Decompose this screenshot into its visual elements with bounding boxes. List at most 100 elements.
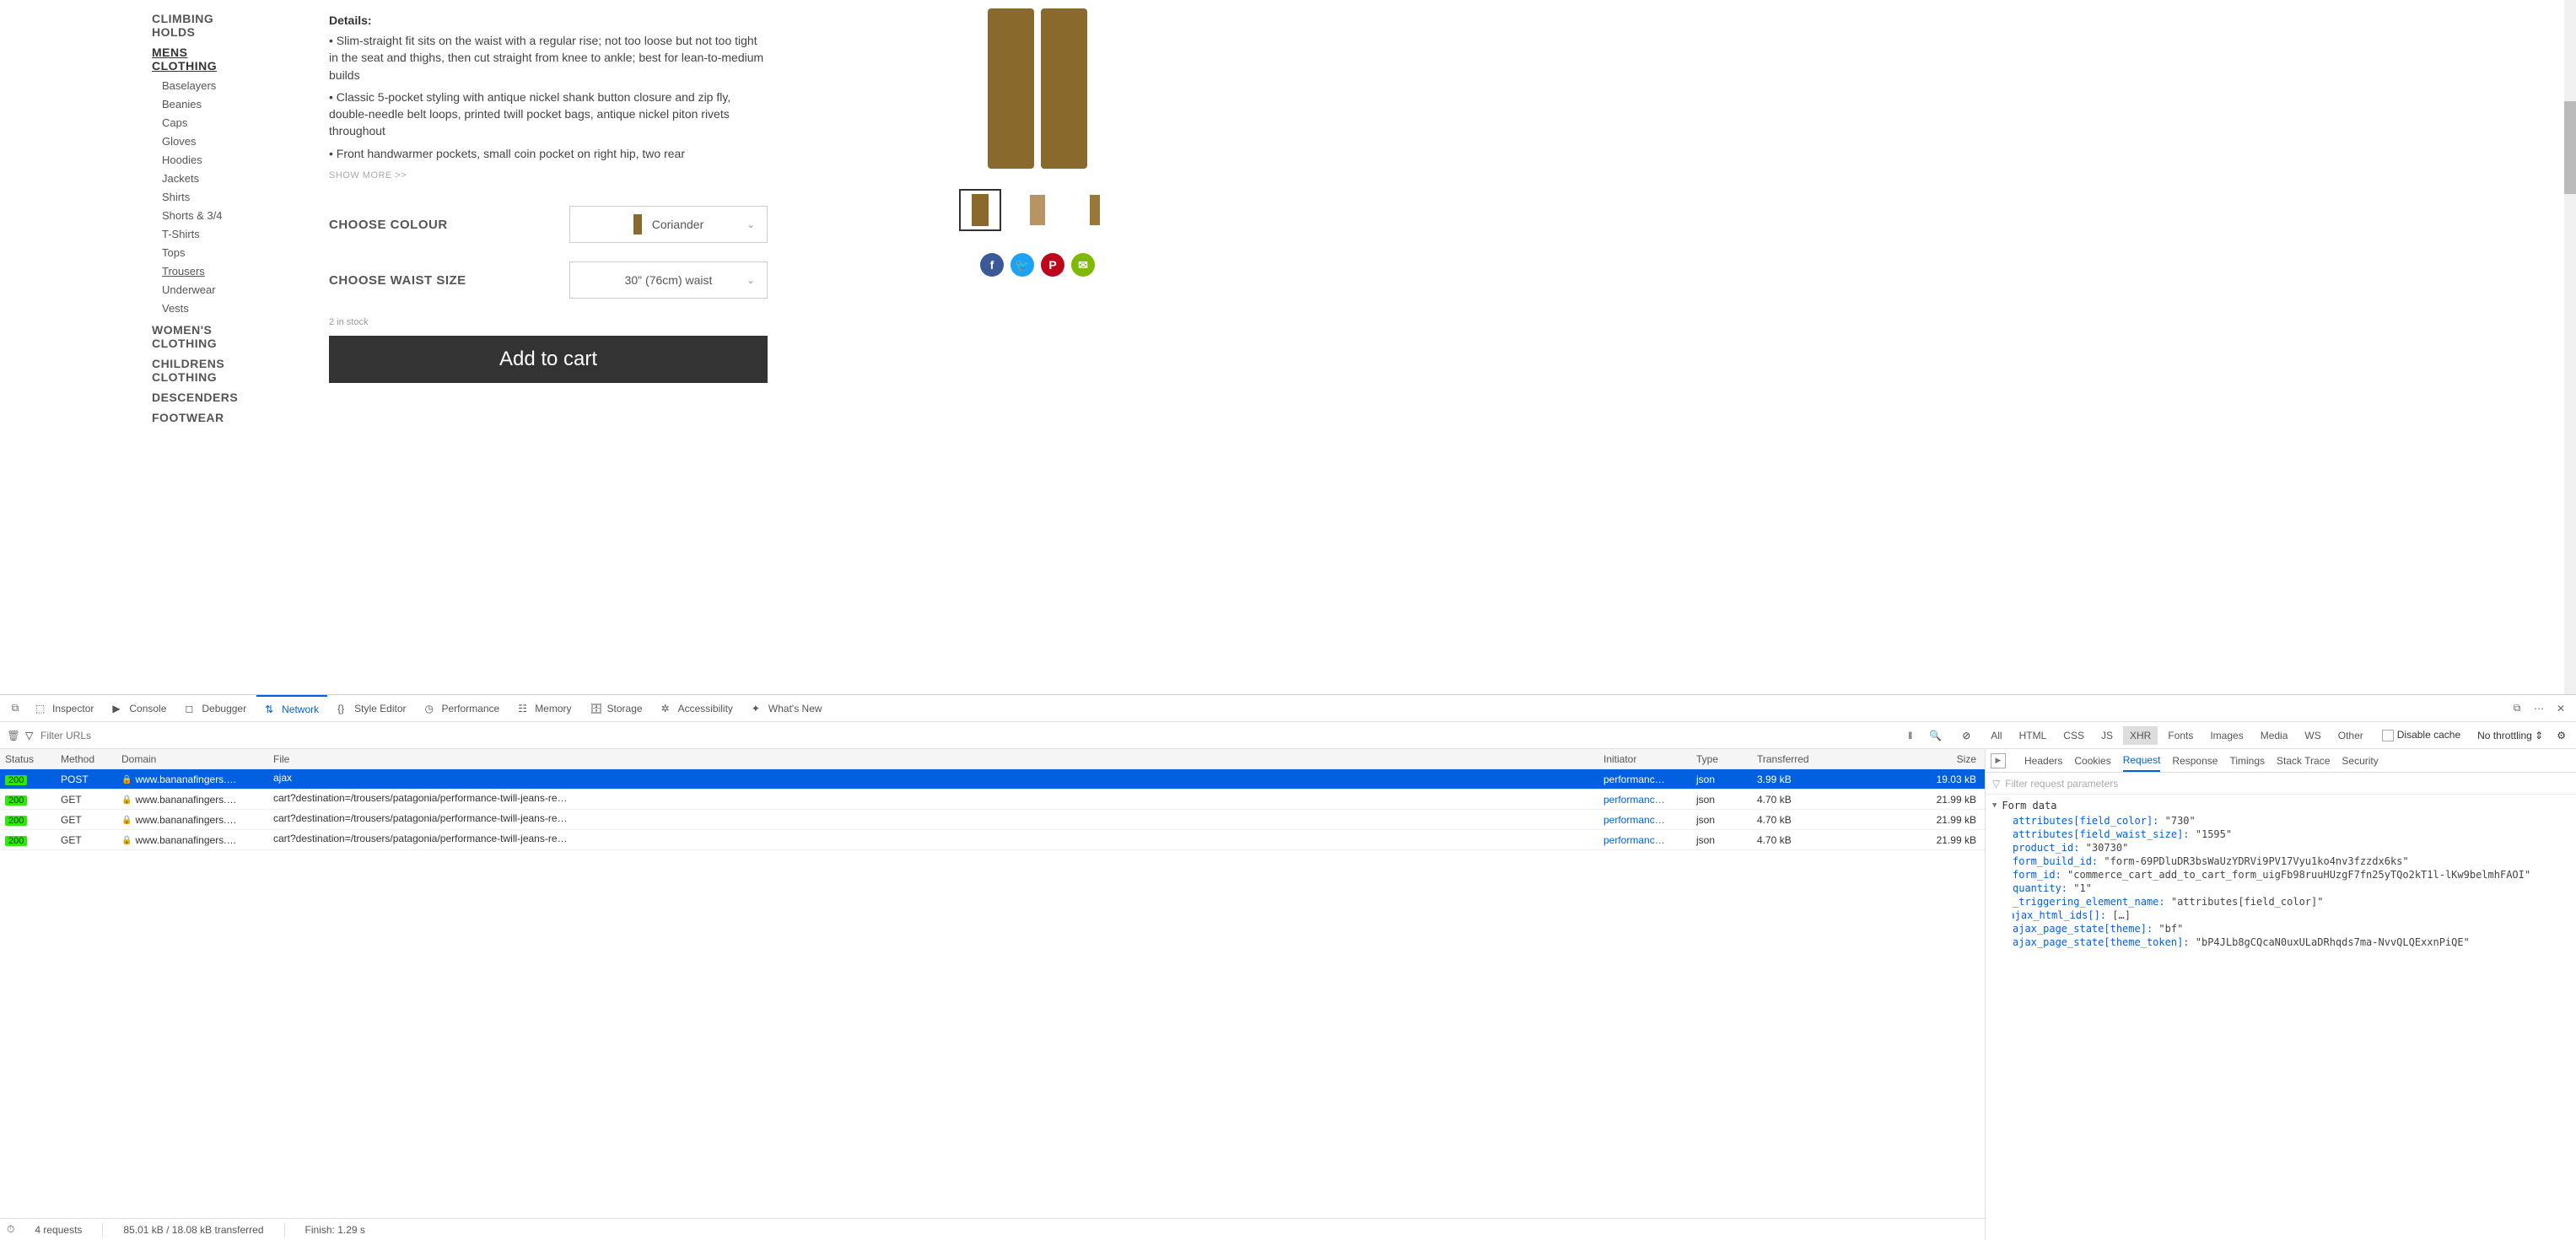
filter-fonts[interactable]: Fonts: [2161, 726, 2200, 745]
product-thumb-3[interactable]: [1074, 189, 1116, 231]
subcat-caps[interactable]: Caps: [162, 116, 253, 129]
add-to-cart-button[interactable]: Add to cart: [329, 336, 768, 383]
form-data-section[interactable]: Form data: [2002, 800, 2056, 811]
filter-icon: ▽: [25, 730, 37, 741]
product-thumb-1[interactable]: [959, 189, 1001, 231]
tab-style-editor[interactable]: {}Style Editor: [329, 695, 414, 721]
colour-label: CHOOSE COLOUR: [329, 218, 448, 232]
category-mens-clothing[interactable]: MENS CLOTHING: [152, 46, 253, 73]
filter-icon: ▽: [1992, 778, 2000, 790]
tab-whats-new[interactable]: ✦What's New: [743, 695, 831, 721]
col-file[interactable]: File: [273, 753, 1603, 765]
request-details-pane: ▶ Headers Cookies Request Response Timin…: [1986, 749, 2576, 1240]
status-transferred: 85.01 kB / 18.08 kB transferred: [123, 1224, 263, 1236]
tab-network[interactable]: ⇅Network: [256, 695, 327, 721]
network-row[interactable]: 200GET🔒www.bananafingers.…cart?destinati…: [0, 830, 1985, 850]
share-facebook-icon[interactable]: f: [980, 253, 1004, 277]
search-icon[interactable]: 🔍: [1922, 730, 1948, 741]
req-tab-cookies[interactable]: Cookies: [2074, 755, 2110, 767]
network-icon: ⇅: [265, 704, 277, 715]
network-row[interactable]: 200GET🔒www.bananafingers.…cart?destinati…: [0, 790, 1985, 810]
whats-new-icon: ✦: [752, 703, 763, 714]
tab-performance[interactable]: ◷Performance: [416, 695, 508, 721]
subcat-underwear[interactable]: Underwear: [162, 283, 253, 296]
har-settings-icon[interactable]: ⚙: [2552, 730, 2571, 741]
filter-css[interactable]: CSS: [2056, 726, 2091, 745]
filter-all[interactable]: All: [1984, 726, 2008, 745]
subcat-trousers[interactable]: Trousers: [162, 265, 253, 278]
page-scrollbar[interactable]: [2564, 0, 2576, 694]
col-status[interactable]: Status: [0, 753, 61, 765]
subcat-gloves[interactable]: Gloves: [162, 135, 253, 148]
filter-js[interactable]: JS: [2094, 726, 2120, 745]
waist-size-select[interactable]: 30" (76cm) waist ⌄: [569, 261, 768, 299]
block-icon[interactable]: ⊘: [1952, 730, 1981, 741]
filter-url-input[interactable]: [40, 730, 209, 741]
disable-cache-checkbox[interactable]: Disable cache: [2374, 729, 2469, 741]
close-icon[interactable]: ✕: [2551, 698, 2571, 719]
filter-html[interactable]: HTML: [2013, 726, 2054, 745]
network-row[interactable]: 200POST🔒www.bananafingers.…ajaxperforman…: [0, 769, 1985, 790]
dock-side-icon[interactable]: ⧉: [2507, 698, 2527, 719]
request-filter[interactable]: ▽ Filter request parameters: [1986, 773, 2576, 795]
network-table: Status Method Domain File Initiator Type…: [0, 749, 1986, 1240]
stopwatch-icon: ⏱: [7, 1223, 14, 1236]
col-domain[interactable]: Domain: [121, 753, 273, 765]
req-tab-response[interactable]: Response: [2172, 755, 2218, 767]
throttling-select[interactable]: No throttling ⇕: [2472, 730, 2548, 741]
tab-debugger[interactable]: ◻Debugger: [176, 695, 255, 721]
req-tab-security[interactable]: Security: [2342, 755, 2378, 767]
col-type[interactable]: Type: [1696, 753, 1757, 765]
subcat-vests[interactable]: Vests: [162, 302, 253, 315]
col-initiator[interactable]: Initiator: [1603, 753, 1696, 765]
subcat-shorts[interactable]: Shorts & 3/4: [162, 209, 253, 222]
chevron-icon: ⇕: [2535, 730, 2543, 741]
subcat-tshirts[interactable]: T-Shirts: [162, 228, 253, 240]
subcat-tops[interactable]: Tops: [162, 246, 253, 259]
subcat-baselayers[interactable]: Baselayers: [162, 79, 253, 92]
network-row[interactable]: 200GET🔒www.bananafingers.…cart?destinati…: [0, 810, 1985, 830]
pause-icon[interactable]: ‖: [1901, 730, 1919, 741]
tab-inspector[interactable]: ⬚Inspector: [27, 695, 102, 721]
category-climbing-holds[interactable]: CLIMBING HOLDS: [152, 12, 253, 39]
share-email-icon[interactable]: ✉: [1071, 253, 1095, 277]
category-childrens-clothing[interactable]: CHILDRENS CLOTHING: [152, 357, 253, 384]
inspect-element-icon[interactable]: ⧉: [5, 698, 25, 719]
tab-accessibility[interactable]: ✲Accessibility: [653, 695, 741, 721]
more-icon[interactable]: ⋯: [2529, 698, 2549, 719]
colour-select[interactable]: Coriander ⌄: [569, 206, 768, 243]
col-method[interactable]: Method: [61, 753, 121, 765]
filter-other[interactable]: Other: [2331, 726, 2370, 745]
resend-icon[interactable]: ▶: [1991, 753, 2006, 768]
share-twitter-icon[interactable]: 🐦: [1010, 253, 1034, 277]
req-tab-request[interactable]: Request: [2123, 749, 2161, 772]
req-tab-timings[interactable]: Timings: [2229, 755, 2265, 767]
filter-media[interactable]: Media: [2254, 726, 2295, 745]
category-footwear[interactable]: FOOTWEAR: [152, 411, 253, 424]
category-descenders[interactable]: DESCENDERS: [152, 391, 253, 404]
disclosure-triangle-icon[interactable]: ▼: [1992, 801, 1997, 810]
clear-icon[interactable]: 🗑: [5, 727, 22, 744]
filter-ws[interactable]: WS: [2298, 726, 2327, 745]
col-transferred[interactable]: Transferred: [1757, 753, 1900, 765]
tab-storage[interactable]: 🗄Storage: [582, 695, 651, 721]
memory-icon: ☷: [518, 703, 530, 714]
show-more-link[interactable]: SHOW MORE >>: [329, 170, 768, 181]
chevron-down-icon: ⌄: [746, 218, 755, 230]
product-thumb-2[interactable]: [1016, 189, 1059, 231]
subcat-beanies[interactable]: Beanies: [162, 98, 253, 111]
tab-memory[interactable]: ☷Memory: [509, 695, 579, 721]
share-pinterest-icon[interactable]: P: [1041, 253, 1064, 277]
form-data-row: ajax_page_state[theme]: "bf": [2013, 923, 2569, 935]
devtools: ⧉ ⬚Inspector ▶Console ◻Debugger ⇅Network…: [0, 694, 2576, 1240]
req-tab-headers[interactable]: Headers: [2024, 755, 2062, 767]
col-size[interactable]: Size: [1900, 753, 1985, 765]
req-tab-stack-trace[interactable]: Stack Trace: [2277, 755, 2330, 767]
subcat-hoodies[interactable]: Hoodies: [162, 154, 253, 166]
subcat-jackets[interactable]: Jackets: [162, 172, 253, 185]
filter-xhr[interactable]: XHR: [2123, 726, 2158, 745]
category-womens-clothing[interactable]: WOMEN'S CLOTHING: [152, 323, 253, 350]
subcat-shirts[interactable]: Shirts: [162, 191, 253, 203]
filter-images[interactable]: Images: [2203, 726, 2250, 745]
tab-console[interactable]: ▶Console: [104, 695, 175, 721]
